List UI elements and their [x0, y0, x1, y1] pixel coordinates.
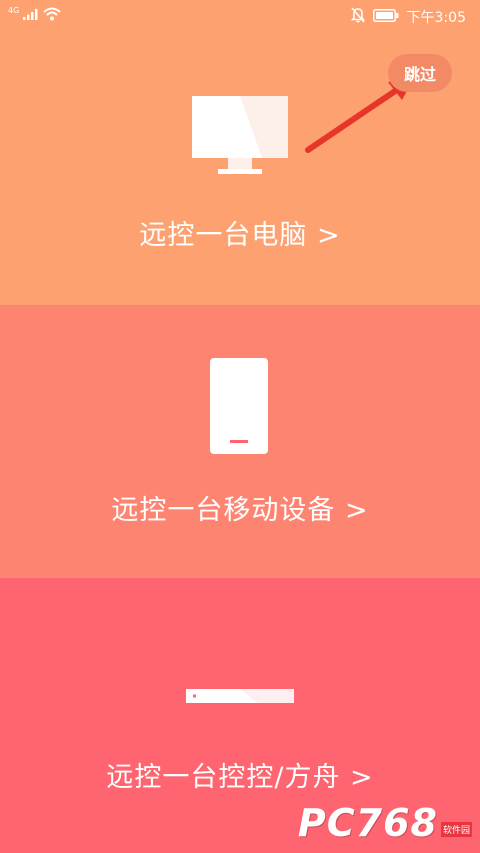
- wifi-icon: [43, 7, 61, 25]
- status-left: 4G: [8, 7, 61, 25]
- remote-mobile-label[interactable]: 远控一台移动设备 >: [0, 488, 480, 527]
- monitor-icon: [192, 96, 288, 180]
- watermark-sub: 软件园: [440, 822, 472, 837]
- skip-button[interactable]: 跳过: [388, 54, 452, 92]
- network-type-label: 4G: [8, 6, 20, 15]
- battery-icon: [372, 8, 399, 26]
- site-watermark: PC768 软件园: [298, 801, 472, 845]
- control-box-icon: [186, 688, 294, 707]
- option-remote-control-box[interactable]: 远控一台控控/方舟 > PC768 软件园: [0, 578, 480, 853]
- option-remote-mobile[interactable]: 远控一台移动设备 >: [0, 305, 480, 578]
- option-remote-pc[interactable]: 4G 下午3:05 跳过 远控一台电脑 >: [0, 0, 480, 305]
- signal-icon: [23, 8, 39, 24]
- watermark-logo: PC768: [297, 801, 438, 845]
- remote-control-box-label[interactable]: 远控一台控控/方舟 >: [0, 755, 480, 794]
- status-right: 下午3:05: [350, 7, 466, 27]
- status-bar: 4G 下午3:05: [0, 0, 480, 32]
- phone-icon: [210, 358, 268, 458]
- mute-bell-icon: [350, 7, 365, 27]
- remote-pc-label[interactable]: 远控一台电脑 >: [0, 213, 480, 252]
- clock-time: 下午3:05: [406, 10, 466, 26]
